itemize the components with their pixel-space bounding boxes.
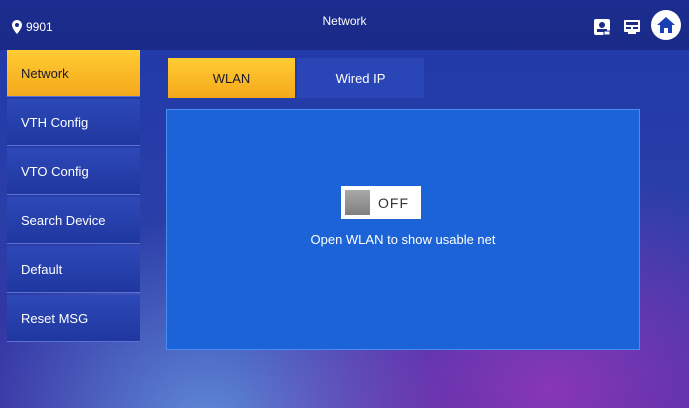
tab-wired-ip[interactable]: Wired IP xyxy=(297,58,424,98)
sidebar-item-label: Default xyxy=(21,261,63,277)
sidebar: Network VTH Config VTO Config Search Dev… xyxy=(7,50,140,344)
user-card-icon[interactable] xyxy=(591,16,613,38)
top-bar: 9901 Network xyxy=(0,0,689,50)
home-icon xyxy=(657,17,675,33)
tab-bar: WLAN Wired IP xyxy=(168,58,426,98)
sidebar-item-label: Network xyxy=(21,65,69,81)
wlan-hint: Open WLAN to show usable net xyxy=(310,232,496,247)
sidebar-item-network[interactable]: Network xyxy=(7,50,140,97)
screen: 9901 Network Network VTH Config VTO Conf… xyxy=(0,0,689,408)
sidebar-item-search-device[interactable]: Search Device xyxy=(7,197,140,244)
home-button[interactable] xyxy=(651,10,681,40)
toggle-knob xyxy=(345,190,370,215)
top-icons xyxy=(591,10,681,40)
wlan-panel: OFF Open WLAN to show usable net xyxy=(166,109,640,350)
sidebar-item-default[interactable]: Default xyxy=(7,246,140,293)
toggle-state-label: OFF xyxy=(378,194,409,211)
monitor-icon[interactable] xyxy=(621,16,643,38)
sidebar-item-label: VTH Config xyxy=(21,114,89,130)
sidebar-item-vth-config[interactable]: VTH Config xyxy=(7,99,140,146)
page-title: Network xyxy=(322,14,367,28)
sidebar-item-reset-msg[interactable]: Reset MSG xyxy=(7,295,140,342)
sidebar-item-label: Search Device xyxy=(21,212,106,228)
sidebar-item-label: VTO Config xyxy=(21,163,89,179)
sidebar-item-label: Reset MSG xyxy=(21,310,89,326)
wlan-toggle[interactable]: OFF xyxy=(341,186,421,219)
sidebar-item-vto-config[interactable]: VTO Config xyxy=(7,148,140,195)
tab-wlan[interactable]: WLAN xyxy=(168,58,295,98)
